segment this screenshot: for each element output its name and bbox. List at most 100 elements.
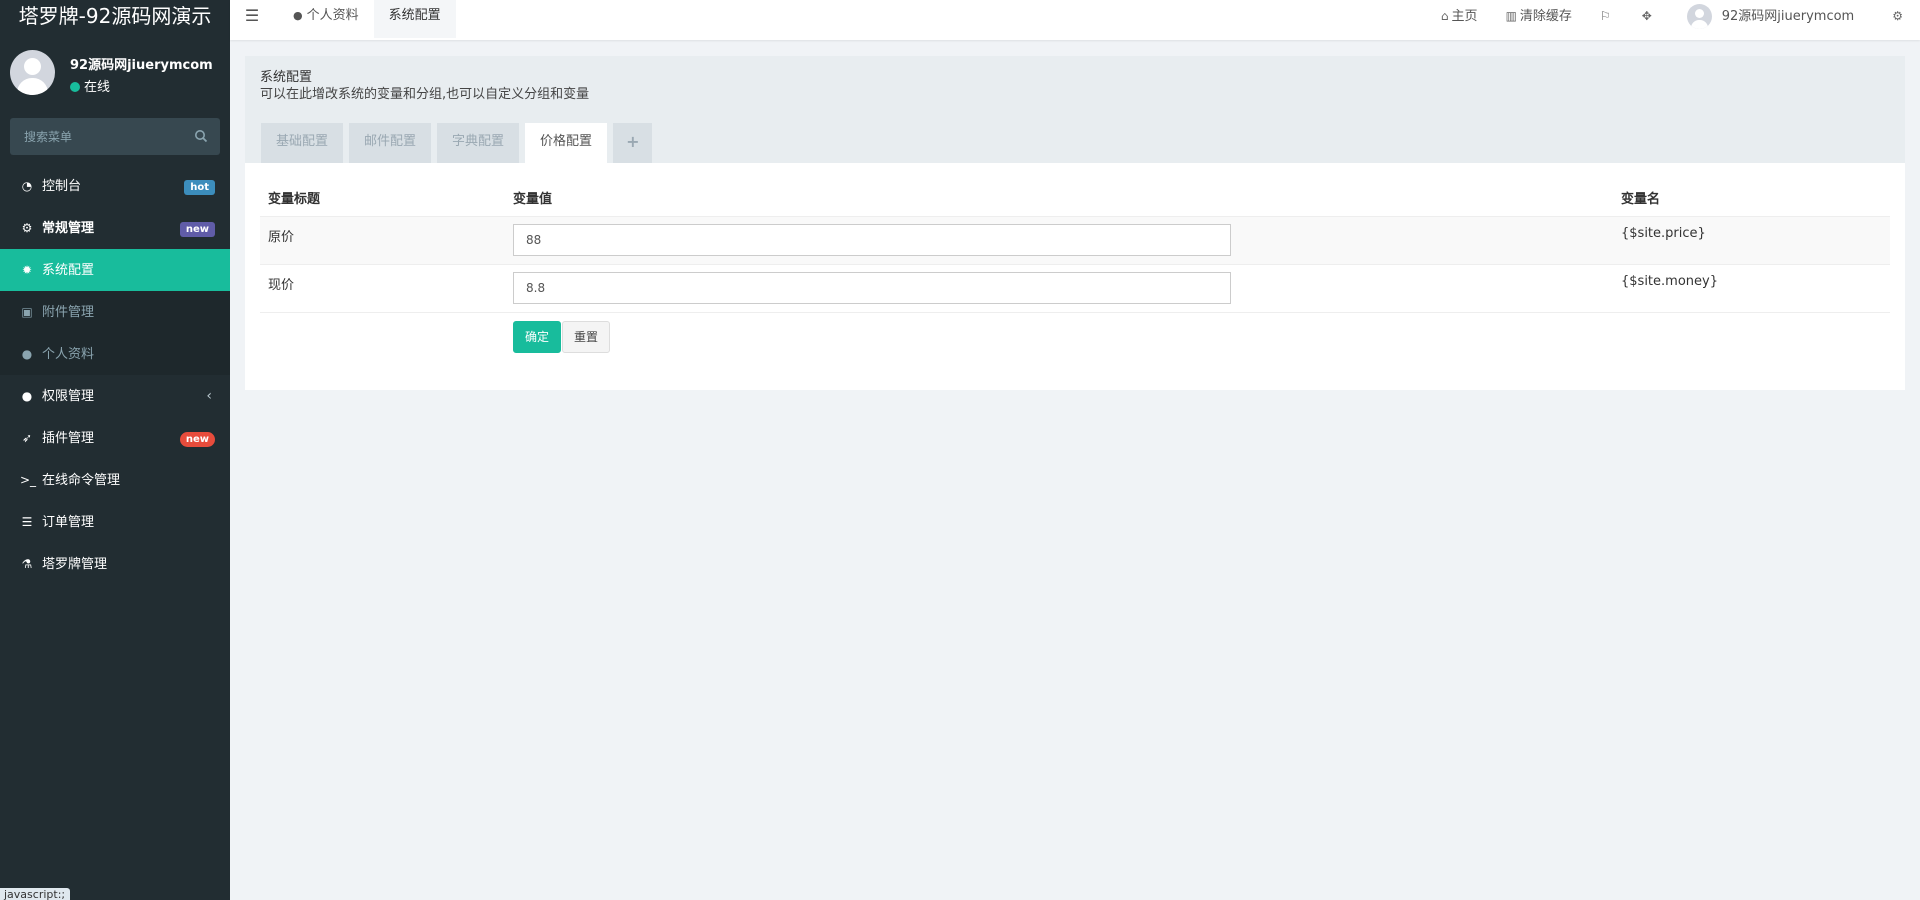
fullscreen-icon: ✥ bbox=[1641, 9, 1652, 23]
add-tab-button[interactable]: + bbox=[613, 123, 653, 163]
gear-icon: ✹ bbox=[21, 263, 33, 277]
sidebar-item-label: 订单管理 bbox=[42, 515, 95, 530]
config-panel: 系统配置 可以在此增改系统的变量和分组,也可以自定义分组和变量 基础配置 邮件配… bbox=[245, 56, 1905, 390]
sidebar-item-label: 控制台 bbox=[42, 179, 82, 194]
dashboard-icon: ◔ bbox=[21, 179, 33, 193]
avatar bbox=[10, 50, 55, 95]
flask-icon: ⚗ bbox=[21, 557, 33, 571]
variable-title: 原价 bbox=[260, 215, 505, 264]
page-title: 系统配置 bbox=[260, 70, 313, 85]
brand-logo[interactable]: 塔罗牌-92源码网演示 bbox=[0, 0, 230, 34]
user-menu[interactable]: 92源码网jiuerymcom bbox=[1669, 0, 1878, 34]
terminal-icon: >_ bbox=[20, 473, 37, 487]
menu-toggle-icon[interactable]: ☰ bbox=[230, 0, 274, 34]
table-row: 确定 重置 bbox=[260, 311, 1890, 360]
home-link[interactable]: ⌂ 主页 bbox=[1427, 0, 1492, 34]
tab-price[interactable]: 价格配置 bbox=[525, 123, 608, 163]
sidebar-item-label: 个人资料 bbox=[42, 347, 95, 362]
tab-nav: ● 个人资料 系统配置 bbox=[278, 0, 456, 40]
sidebar-item-auth[interactable]: ● 权限管理 ‹ bbox=[0, 375, 230, 417]
tab-profile[interactable]: ● 个人资料 bbox=[278, 0, 374, 38]
clear-cache-label: 清除缓存 bbox=[1519, 9, 1572, 24]
money-input[interactable] bbox=[513, 271, 1231, 304]
new-badge: new bbox=[179, 222, 215, 237]
avatar bbox=[1686, 4, 1712, 29]
tab-email[interactable]: 邮件配置 bbox=[349, 123, 432, 163]
sidebar-item-attachment[interactable]: ▣ 附件管理 bbox=[0, 291, 230, 333]
reset-button[interactable]: 重置 bbox=[562, 320, 611, 353]
variable-value-cell bbox=[505, 215, 1613, 264]
config-table: 变量标题 变量值 变量名 原价 {$site.price} 现价 {$site.… bbox=[260, 179, 1890, 360]
user-name: 92源码网jiuerymcom bbox=[70, 58, 213, 73]
search-icon[interactable] bbox=[194, 129, 208, 143]
language-button[interactable]: ⚐ bbox=[1586, 0, 1628, 34]
tab-label: 系统配置 bbox=[388, 8, 441, 23]
table-row: 现价 {$site.money} bbox=[260, 263, 1890, 312]
tab-dictionary[interactable]: 字典配置 bbox=[437, 123, 520, 163]
sidebar-item-label: 系统配置 bbox=[42, 263, 95, 278]
user-menu-label: 92源码网jiuerymcom bbox=[1721, 9, 1855, 24]
column-header: 变量标题 bbox=[260, 179, 505, 217]
page-description: 可以在此增改系统的变量和分组,也可以自定义分组和变量 bbox=[260, 87, 590, 102]
tab-system-config[interactable]: 系统配置 bbox=[373, 0, 456, 38]
sidebar-item-label: 塔罗牌管理 bbox=[42, 557, 108, 572]
language-icon: ⚐ bbox=[1599, 9, 1611, 23]
sidebar-item-profile[interactable]: ● 个人资料 bbox=[0, 333, 230, 375]
new-badge: new bbox=[179, 432, 215, 447]
column-header: 变量名 bbox=[1613, 179, 1890, 217]
table-header-row: 变量标题 变量值 变量名 bbox=[260, 179, 1890, 217]
sidebar-item-orders[interactable]: ☰ 订单管理 bbox=[0, 501, 230, 543]
hot-badge: hot bbox=[184, 180, 215, 195]
user-status-label: 在线 bbox=[84, 80, 111, 95]
price-input[interactable] bbox=[513, 223, 1231, 256]
trash-icon: ▥ bbox=[1505, 9, 1517, 23]
button-cell: 确定 重置 bbox=[505, 311, 1613, 360]
table-row: 原价 {$site.price} bbox=[260, 215, 1890, 264]
variable-title: 现价 bbox=[260, 263, 505, 312]
user-panel: 92源码网jiuerymcom 在线 bbox=[0, 34, 230, 112]
list-icon: ☰ bbox=[21, 515, 33, 529]
sidebar-item-plugins[interactable]: ➶ 插件管理 new bbox=[0, 417, 230, 459]
image-icon: ▣ bbox=[21, 305, 33, 319]
sidebar-item-command[interactable]: >_ 在线命令管理 bbox=[0, 459, 230, 501]
user-icon: ● bbox=[21, 347, 33, 361]
home-label: 主页 bbox=[1451, 9, 1478, 24]
panel-heading: 系统配置 可以在此增改系统的变量和分组,也可以自定义分组和变量 基础配置 邮件配… bbox=[245, 56, 1905, 163]
user-icon: ● bbox=[293, 9, 303, 22]
top-navbar: ☰ ● 个人资料 系统配置 ⌂ 主页 ▥ 清除缓存 ⚐ ✥ 92源码网jiuerymc… bbox=[230, 0, 1920, 40]
cogs-icon: ⚙ bbox=[21, 221, 33, 235]
variable-value-cell bbox=[505, 263, 1613, 312]
config-tabs: 基础配置 邮件配置 字典配置 价格配置 + bbox=[261, 123, 658, 163]
home-icon: ⌂ bbox=[1440, 9, 1449, 23]
chevron-left-icon: ‹ bbox=[206, 388, 212, 404]
rocket-icon: ➶ bbox=[21, 431, 33, 445]
settings-button[interactable]: ⚙ bbox=[1878, 0, 1920, 34]
sidebar-item-dashboard[interactable]: ◔ 控制台 hot bbox=[0, 165, 230, 207]
sidebar-item-label: 权限管理 bbox=[42, 389, 95, 404]
sidebar-item-tarot[interactable]: ⚗ 塔罗牌管理 bbox=[0, 543, 230, 585]
sidebar-item-label: 在线命令管理 bbox=[42, 473, 121, 488]
right-nav: ⌂ 主页 ▥ 清除缓存 ⚐ ✥ 92源码网jiuerymcom ⚙ bbox=[1427, 0, 1920, 36]
tab-basic[interactable]: 基础配置 bbox=[261, 123, 344, 163]
search-input[interactable] bbox=[10, 118, 188, 155]
online-dot-icon bbox=[70, 82, 80, 92]
column-header: 变量值 bbox=[505, 179, 1613, 217]
sidebar-search bbox=[10, 118, 220, 155]
group-icon: ● bbox=[21, 389, 33, 403]
empty-cell bbox=[260, 311, 505, 360]
confirm-button[interactable]: 确定 bbox=[513, 320, 562, 353]
user-status: 在线 bbox=[70, 76, 110, 95]
sidebar-item-label: 常规管理 bbox=[42, 221, 95, 236]
sidebar-item-label: 插件管理 bbox=[42, 431, 95, 446]
fullscreen-button[interactable]: ✥ bbox=[1628, 0, 1669, 34]
status-tooltip: javascript:; bbox=[0, 888, 70, 900]
sidebar-item-system-config[interactable]: ✹ 系统配置 bbox=[0, 249, 230, 291]
empty-cell bbox=[1613, 311, 1890, 360]
clear-cache-button[interactable]: ▥ 清除缓存 bbox=[1492, 0, 1586, 34]
sidebar-item-general[interactable]: ⚙ 常规管理 new bbox=[0, 207, 230, 249]
sidebar: 塔罗牌-92源码网演示 92源码网jiuerymcom 在线 ◔控制台 hot … bbox=[0, 0, 230, 900]
variable-name: {$site.money} bbox=[1613, 263, 1890, 312]
variable-name: {$site.price} bbox=[1613, 215, 1890, 264]
sidebar-item-label: 附件管理 bbox=[42, 305, 95, 320]
tab-label: 个人资料 bbox=[306, 8, 359, 23]
